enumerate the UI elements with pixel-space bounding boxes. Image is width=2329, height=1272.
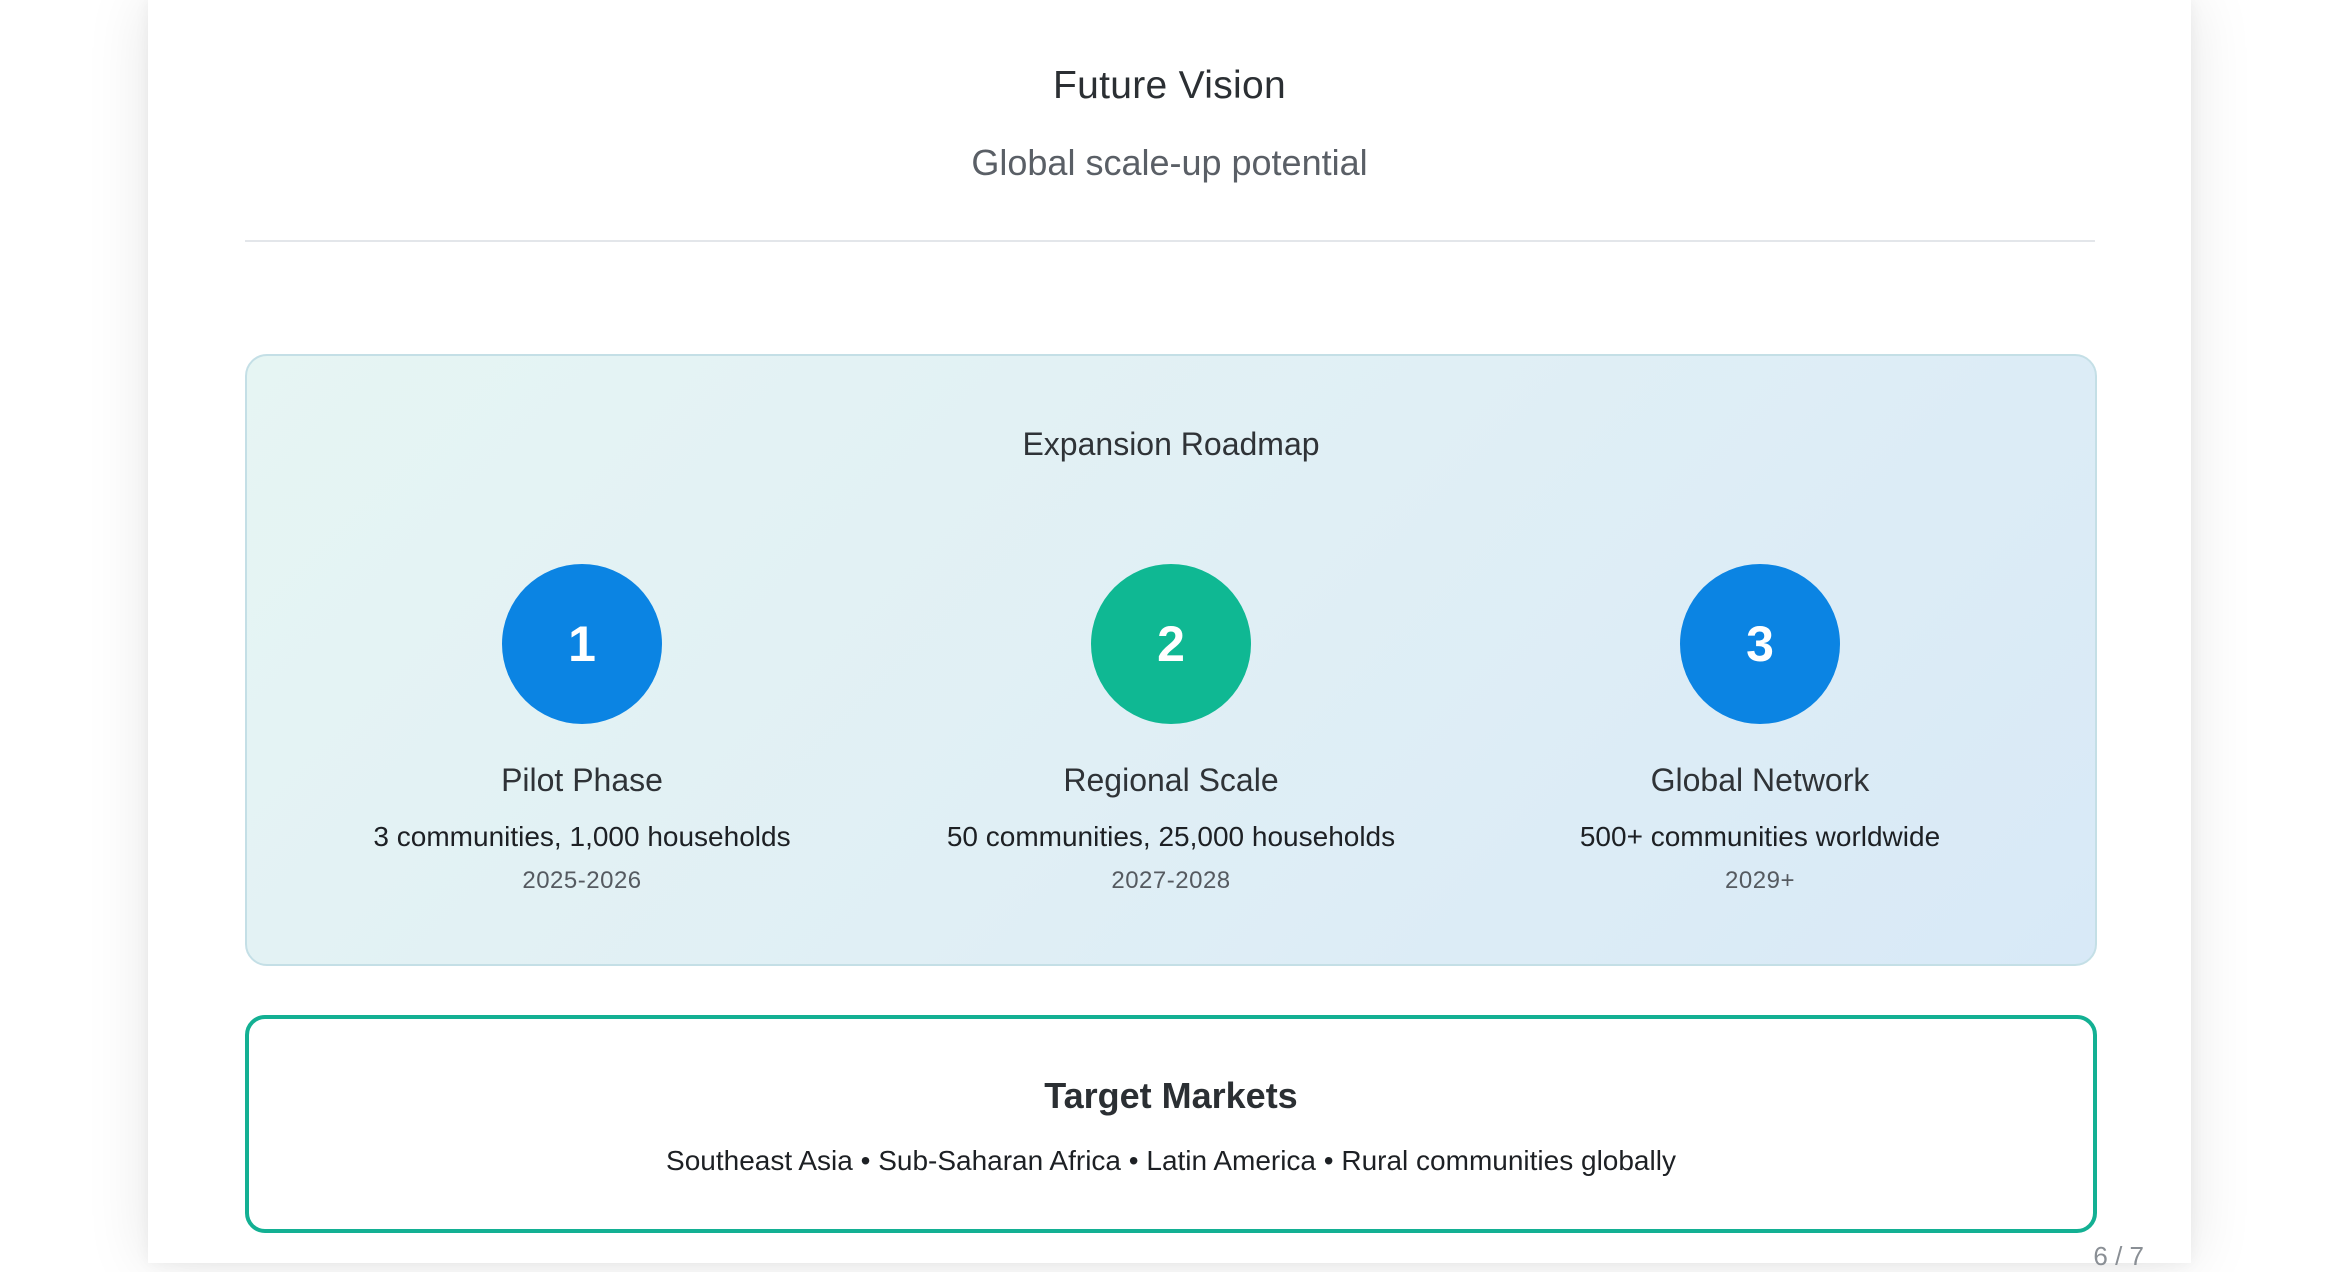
header-divider (245, 240, 2095, 242)
stage-years: 2027-2028 (1111, 867, 1231, 894)
stage-years: 2029+ (1725, 867, 1795, 894)
page-subtitle: Global scale-up potential (971, 142, 1368, 183)
slide: Future Vision Global scale-up potential … (148, 0, 2191, 1271)
stage-number-badge: 1 (502, 564, 662, 724)
stage-number: 3 (1746, 616, 1774, 672)
stage-name: Regional Scale (1063, 762, 1279, 798)
stage-regional-scale: 2 Regional Scale 50 communities, 25,000 … (871, 564, 1471, 895)
stage-name: Pilot Phase (501, 762, 663, 798)
stage-description: 3 communities, 1,000 households (373, 821, 791, 852)
page-indicator: 6 / 7 (2093, 1241, 2144, 1271)
page-title: Future Vision (1053, 64, 1286, 107)
target-markets-heading: Target Markets (1044, 1075, 1298, 1116)
expansion-roadmap-panel: Expansion Roadmap 1 Pilot Phase 3 commun… (245, 354, 2097, 966)
stage-number-badge: 3 (1680, 564, 1840, 724)
stage-name: Global Network (1650, 762, 1870, 798)
target-markets-list: Southeast Asia • Sub-Saharan Africa • La… (666, 1145, 1676, 1176)
stage-pilot-phase: 1 Pilot Phase 3 communities, 1,000 house… (282, 564, 882, 895)
stage-years: 2025-2026 (522, 867, 642, 894)
stage-number: 2 (1157, 616, 1185, 672)
stage-description: 50 communities, 25,000 households (946, 821, 1396, 852)
stage-number: 1 (568, 616, 596, 672)
target-markets-panel: Target Markets Southeast Asia • Sub-Saha… (245, 1015, 2097, 1233)
roadmap-heading: Expansion Roadmap (1022, 426, 1320, 462)
stage-global-network: 3 Global Network 500+ communities worldw… (1460, 564, 2060, 895)
stage-number-badge: 2 (1091, 564, 1251, 724)
stage-description: 500+ communities worldwide (1579, 821, 1941, 852)
